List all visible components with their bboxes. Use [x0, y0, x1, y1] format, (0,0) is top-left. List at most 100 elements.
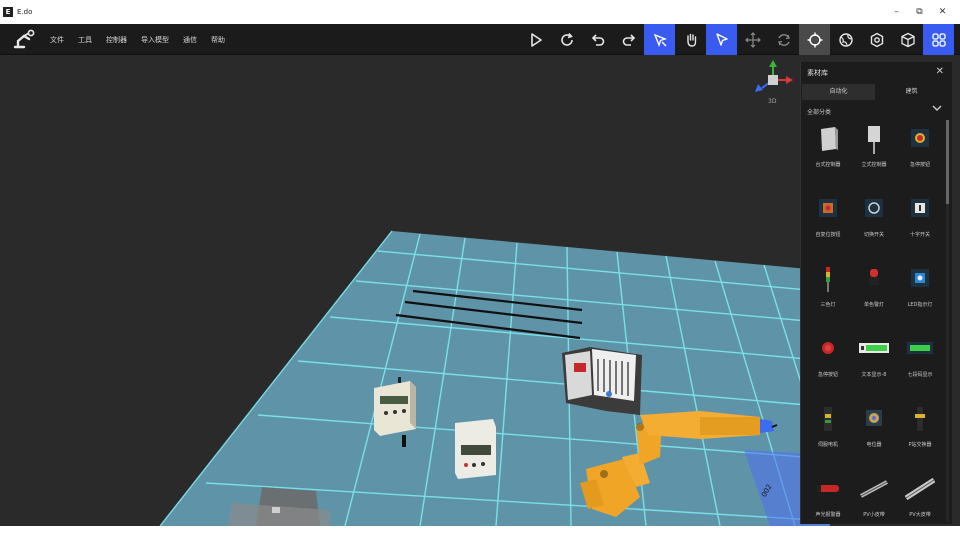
- material-item[interactable]: 自复位按钮: [805, 192, 851, 262]
- material-item-label: 切换开关: [863, 232, 884, 238]
- rotate-icon: [777, 33, 790, 46]
- chevron-down-icon: [932, 105, 942, 111]
- refresh-icon: [560, 32, 573, 46]
- material-item[interactable]: P站交换器: [897, 402, 943, 472]
- select-move-icon: [653, 33, 667, 47]
- rotate-button[interactable]: [768, 24, 799, 55]
- tri-color-light-icon: [826, 267, 830, 292]
- material-item-label: PV大皮带: [909, 512, 931, 518]
- refresh-button[interactable]: [551, 24, 582, 55]
- category-dropdown[interactable]: 全部分类: [801, 103, 952, 119]
- menu-help[interactable]: 帮助: [211, 35, 225, 45]
- material-item[interactable]: 三色灯: [805, 262, 851, 332]
- material-item[interactable]: 伺服电机: [805, 402, 851, 472]
- large-belt-icon: [905, 477, 935, 501]
- apps-grid-button[interactable]: [923, 24, 954, 55]
- text-display-icon: [859, 343, 889, 353]
- material-item-label: 十字开关: [909, 232, 930, 238]
- toggle-switch-icon: [865, 199, 883, 217]
- grid-apps-icon: [931, 32, 946, 47]
- bottom-border: [0, 526, 960, 540]
- seven-segment-icon: [907, 342, 933, 354]
- menu-file[interactable]: 文件: [50, 35, 64, 45]
- menu-controller[interactable]: 控制器: [106, 35, 127, 45]
- emergency-stop-button-icon: [822, 342, 834, 354]
- play-icon: [530, 32, 542, 47]
- redo-icon: [622, 33, 635, 46]
- menu-bar: 文件 工具 控制器 导入模型 通信 帮助: [50, 24, 239, 55]
- material-item-label: 急停按钮: [817, 372, 838, 378]
- material-item[interactable]: 急停按钮: [897, 122, 943, 192]
- material-item-label: 声光报警器: [815, 512, 841, 518]
- material-item-label: 文本显示-8: [861, 372, 887, 378]
- tab-automation[interactable]: 自动化: [802, 84, 875, 100]
- material-item-label: P站交换器: [908, 442, 932, 448]
- cursor-icon: [715, 32, 728, 46]
- close-icon: ✕: [935, 66, 944, 77]
- material-item-label: 台式控制器: [815, 162, 841, 168]
- cube-button[interactable]: [892, 24, 923, 55]
- app-window: E E.do – ⧉ ✕ 文件 工具 控制器 导入模型 通信 帮助 002 3D…: [0, 0, 960, 540]
- material-item[interactable]: LED指示灯: [897, 262, 943, 332]
- title-bar: E E.do – ⧉ ✕: [0, 0, 960, 24]
- cube-icon: [900, 32, 915, 47]
- led-indicator-icon: [911, 269, 929, 287]
- material-item[interactable]: 单色警灯: [851, 262, 897, 332]
- app-logo-icon: E: [3, 7, 13, 17]
- hand-button[interactable]: [675, 24, 706, 55]
- menu-import-model[interactable]: 导入模型: [141, 35, 169, 45]
- material-item[interactable]: 急停按钮: [805, 332, 851, 402]
- panel-header: 素材库 ✕: [801, 62, 952, 84]
- minimize-button[interactable]: –: [885, 7, 908, 17]
- material-item-label: 伺服电机: [817, 442, 838, 448]
- potentiometer-icon: [866, 410, 882, 426]
- globe-button[interactable]: [830, 24, 861, 55]
- desk-controller-icon: [821, 127, 838, 151]
- material-item-label: 自复位按钮: [815, 232, 841, 238]
- menu-tools[interactable]: 工具: [78, 35, 92, 45]
- settings-button[interactable]: [861, 24, 892, 55]
- material-item[interactable]: 十字开关: [897, 192, 943, 262]
- control-cabinet-2[interactable]: [455, 419, 496, 479]
- material-item-label: LED指示灯: [907, 302, 933, 308]
- servo-motor-icon: [824, 407, 832, 431]
- material-item[interactable]: 七段码显示: [897, 332, 943, 402]
- emergency-stop-icon: [911, 129, 929, 147]
- menu-communication[interactable]: 通信: [183, 35, 197, 45]
- play-button[interactable]: [520, 24, 551, 55]
- material-item-label: 急停按钮: [909, 162, 930, 168]
- panel-tabs: 自动化 建筑: [802, 84, 952, 100]
- panel-scrollbar[interactable]: [946, 120, 949, 522]
- main-toolbar: 文件 工具 控制器 导入模型 通信 帮助: [0, 24, 960, 55]
- redo-button[interactable]: [613, 24, 644, 55]
- small-belt-icon: [860, 480, 888, 498]
- undo-icon: [591, 33, 604, 46]
- material-item-label: 单色警灯: [863, 302, 884, 308]
- panel-title: 素材库: [807, 69, 828, 77]
- target-button[interactable]: [799, 24, 830, 55]
- move-arrows-icon: [744, 31, 761, 48]
- material-item-label: 三色灯: [820, 302, 836, 308]
- maximize-button[interactable]: ⧉: [908, 7, 931, 17]
- exchanger-icon: [915, 407, 925, 431]
- cursor-button[interactable]: [706, 24, 737, 55]
- panel-close-button[interactable]: ✕: [936, 66, 944, 77]
- undo-button[interactable]: [582, 24, 613, 55]
- settings-icon: [870, 32, 883, 47]
- scrollbar-thumb[interactable]: [946, 120, 949, 204]
- window-title: E.do: [17, 8, 33, 16]
- category-label: 全部分类: [807, 108, 832, 116]
- material-item[interactable]: 立式控制器: [851, 122, 897, 192]
- material-item-label: 七段码显示: [907, 372, 933, 378]
- material-item-label: 电位器: [866, 442, 882, 448]
- select-move-button[interactable]: [644, 24, 675, 55]
- material-item[interactable]: 文本显示-8: [851, 332, 897, 402]
- standing-controller-icon: [868, 126, 880, 154]
- material-item[interactable]: 台式控制器: [805, 122, 851, 192]
- move-button[interactable]: [737, 24, 768, 55]
- tab-building[interactable]: 建筑: [875, 84, 948, 100]
- close-window-button[interactable]: ✕: [931, 7, 954, 17]
- cross-switch-icon: [911, 199, 929, 217]
- material-item[interactable]: 电位器: [851, 402, 897, 472]
- material-item[interactable]: 切换开关: [851, 192, 897, 262]
